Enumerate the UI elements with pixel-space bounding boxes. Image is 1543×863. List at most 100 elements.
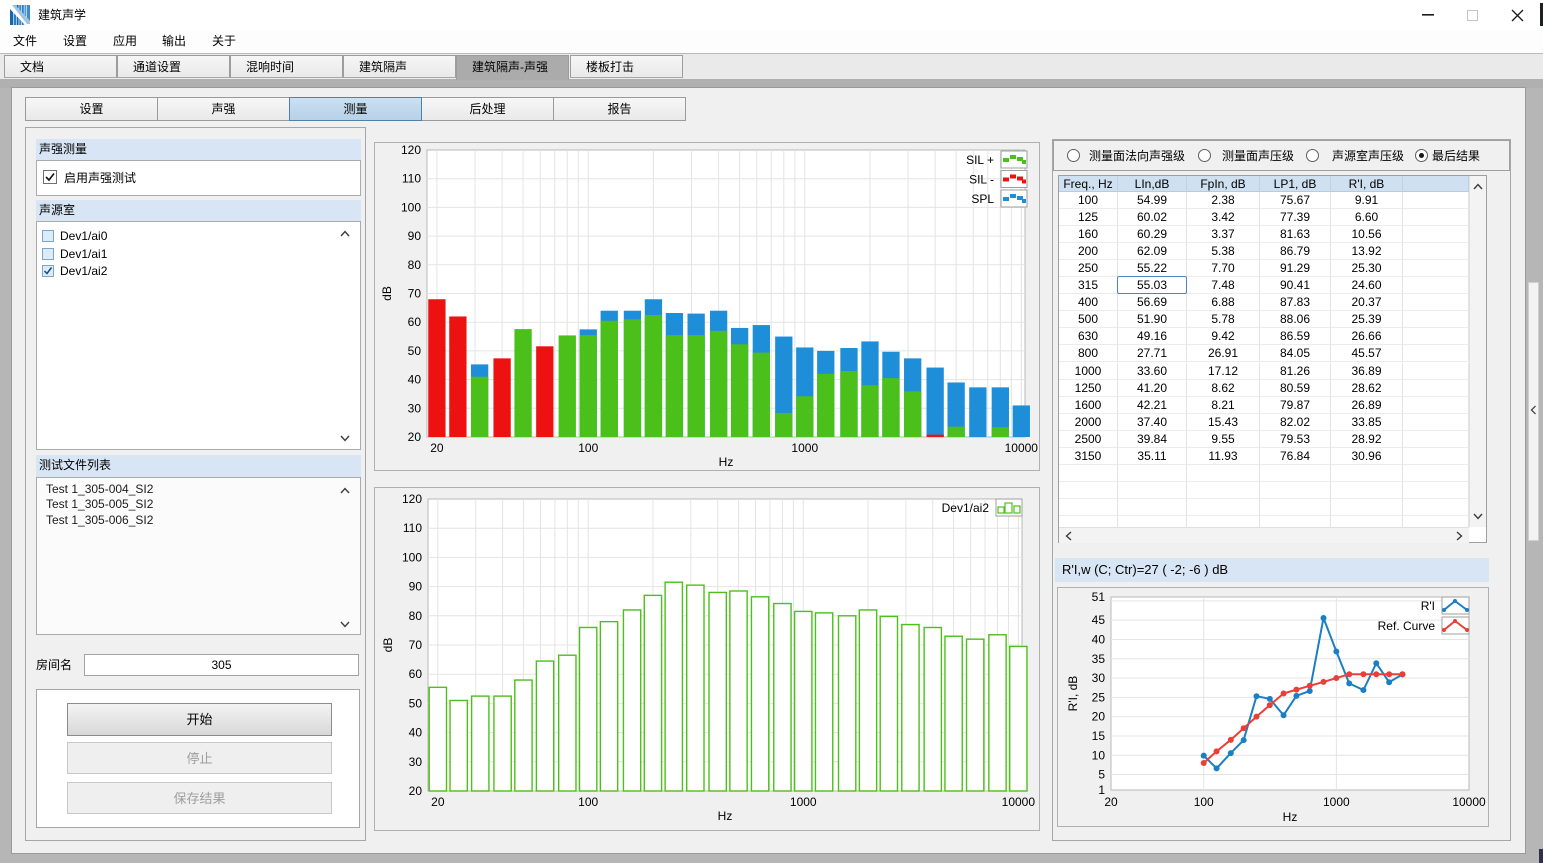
table-cell[interactable]: 54.99 [1118,192,1187,209]
table-cell[interactable] [1403,465,1469,482]
table-cell[interactable]: 33.85 [1331,414,1403,431]
table-cell[interactable] [1187,465,1260,482]
table-cell[interactable]: 9.91 [1331,192,1403,209]
close-button[interactable] [1495,0,1540,30]
subtab-intensity[interactable]: 声强 [157,97,290,121]
menu-settings[interactable]: 设置 [57,30,93,53]
scroll-left-arrow[interactable] [1063,530,1075,542]
file-list-item[interactable]: Test 1_305-006_SI2 [46,513,153,528]
table-cell[interactable] [1403,448,1469,465]
table-cell[interactable]: 15.43 [1187,414,1260,431]
table-cell[interactable]: 77.39 [1260,209,1331,226]
table-cell[interactable]: 45.57 [1331,345,1403,362]
subtab-settings[interactable]: 设置 [25,97,158,121]
table-cell[interactable] [1059,516,1118,527]
menu-about[interactable]: 关于 [206,30,242,53]
table-cell[interactable]: 6.88 [1187,294,1260,311]
table-cell[interactable]: 79.53 [1260,431,1331,448]
table-cell[interactable]: 250 [1059,260,1118,277]
subtab-report[interactable]: 报告 [553,97,686,121]
radio-option[interactable] [1198,149,1211,162]
table-cell[interactable]: 2000 [1059,414,1118,431]
table-cell[interactable] [1403,380,1469,397]
table-cell[interactable]: 800 [1059,345,1118,362]
table-vertical-scrollbar[interactable] [1469,176,1486,527]
table-cell[interactable]: 500 [1059,311,1118,328]
table-cell[interactable]: 3.37 [1187,226,1260,243]
subtab-postprocess[interactable]: 后处理 [421,97,554,121]
table-cell[interactable] [1331,499,1403,516]
table-cell[interactable]: 9.42 [1187,328,1260,345]
table-cell[interactable]: 41.20 [1118,380,1187,397]
table-cell[interactable]: 100 [1059,192,1118,209]
table-cell[interactable]: 400 [1059,294,1118,311]
table-cell[interactable]: 1000 [1059,363,1118,380]
table-cell[interactable]: 62.09 [1118,243,1187,260]
menu-apply[interactable]: 应用 [107,30,143,53]
channel-checkbox-checked[interactable] [42,265,54,277]
radio-option[interactable] [1306,149,1319,162]
table-cell[interactable]: 1250 [1059,380,1118,397]
table-cell[interactable]: 6.60 [1331,209,1403,226]
tab-floor-impact[interactable]: 楼板打击 [570,55,683,78]
table-cell[interactable] [1403,277,1469,294]
table-cell[interactable]: 51.90 [1118,311,1187,328]
table-cell[interactable]: 88.06 [1260,311,1331,328]
table-cell[interactable] [1331,516,1403,527]
table-cell[interactable] [1403,260,1469,277]
table-cell[interactable] [1118,482,1187,499]
channel-list-scroll-up[interactable] [339,228,351,240]
start-button[interactable]: 开始 [67,703,332,736]
table-cell[interactable]: 76.84 [1260,448,1331,465]
table-cell[interactable]: 27.71 [1118,345,1187,362]
radio-label[interactable]: 声源室声压级 [1332,141,1404,171]
table-cell[interactable]: 86.79 [1260,243,1331,260]
tab-document[interactable]: 文档 [4,55,117,78]
table-cell[interactable]: 25.39 [1331,311,1403,328]
radio-label[interactable]: 最后结果 [1432,141,1480,171]
table-cell[interactable] [1118,499,1187,516]
table-cell[interactable]: 8.21 [1187,397,1260,414]
table-cell[interactable]: 37.40 [1118,414,1187,431]
table-cell[interactable]: 81.26 [1260,363,1331,380]
tab-building-insulation-intensity[interactable]: 建筑隔声-声强 [456,55,569,80]
table-cell[interactable]: 49.16 [1118,328,1187,345]
table-cell[interactable] [1403,243,1469,260]
radio-option[interactable] [1067,149,1080,162]
table-cell[interactable] [1260,482,1331,499]
table-cell[interactable]: 7.70 [1187,260,1260,277]
radio-selected[interactable] [1415,149,1428,162]
enable-intensity-checkbox[interactable] [43,170,57,184]
table-cell[interactable]: 26.89 [1331,397,1403,414]
table-cell[interactable]: 60.02 [1118,209,1187,226]
stop-button[interactable]: 停止 [67,742,332,774]
table-cell[interactable] [1403,192,1469,209]
table-cell[interactable]: 26.66 [1331,328,1403,345]
file-list-item[interactable]: Test 1_305-005_SI2 [46,497,153,512]
table-cell[interactable]: 84.05 [1260,345,1331,362]
table-cell[interactable]: 10.56 [1331,226,1403,243]
table-cell[interactable] [1403,414,1469,431]
channel-list-scroll-down[interactable] [339,432,351,444]
table-cell[interactable] [1118,516,1187,527]
menu-file[interactable]: 文件 [7,30,43,53]
room-name-input[interactable]: 305 [84,654,359,676]
table-cell[interactable] [1187,499,1260,516]
table-cell[interactable]: 2500 [1059,431,1118,448]
scroll-right-arrow[interactable] [1453,530,1465,542]
table-cell[interactable] [1403,516,1469,527]
table-cell[interactable]: 24.60 [1331,277,1403,294]
table-cell[interactable] [1403,209,1469,226]
table-cell[interactable] [1331,465,1403,482]
table-cell[interactable]: 86.59 [1260,328,1331,345]
table-cell[interactable]: 80.59 [1260,380,1331,397]
table-cell[interactable]: 11.93 [1187,448,1260,465]
table-cell[interactable]: 60.29 [1118,226,1187,243]
table-cell[interactable]: 26.91 [1187,345,1260,362]
tab-reverberation-time[interactable]: 混响时间 [230,55,343,78]
table-cell[interactable] [1260,516,1331,527]
table-horizontal-scrollbar[interactable] [1059,527,1469,543]
table-cell[interactable]: 28.92 [1331,431,1403,448]
maximize-button[interactable] [1450,0,1495,30]
table-cell[interactable]: 42.21 [1118,397,1187,414]
